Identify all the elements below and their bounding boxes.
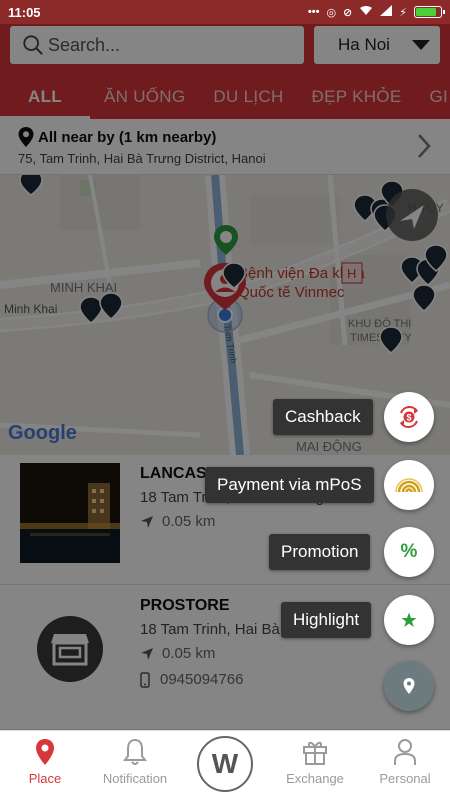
fab-label-highlight[interactable]: Highlight (281, 602, 372, 638)
bottom-nav: Place Notification W Exchange Personal (0, 730, 450, 800)
w-logo: W (211, 747, 239, 779)
fab-label-cashback[interactable]: Cashback (273, 399, 373, 435)
status-bar: 11:05 ••• ◎ ⊘ ⚡ (0, 0, 450, 24)
person-icon (394, 739, 416, 765)
signal-icon (380, 5, 393, 19)
nav-exchange[interactable]: Exchange (270, 731, 360, 800)
nav-personal[interactable]: Personal (360, 731, 450, 800)
location-pin-icon (403, 678, 415, 694)
cashback-icon: $ (400, 406, 418, 428)
status-icons: ••• ◎ ⊘ ⚡ (307, 5, 445, 19)
mpos-icon (395, 478, 423, 493)
nav-center[interactable]: W (180, 731, 270, 800)
svg-text:$: $ (407, 413, 412, 423)
fab-label-promotion[interactable]: Promotion (269, 534, 371, 570)
dim-overlay[interactable] (0, 24, 450, 730)
promotion-button[interactable]: % (384, 527, 434, 577)
w-logo-button[interactable]: W (197, 735, 253, 792)
place-pin-icon (36, 739, 54, 765)
status-time: 11:05 (8, 4, 41, 20)
nav-exchange-label: Exchange (286, 771, 344, 786)
highlight-button[interactable] (384, 595, 434, 645)
wifi-icon (359, 5, 373, 19)
nav-personal-label: Personal (379, 771, 431, 786)
percent-icon: % (400, 541, 418, 562)
bell-icon (123, 738, 147, 765)
alarm-off-icon: ⊘ (343, 6, 353, 19)
mpos-button[interactable] (384, 460, 434, 510)
nav-notification[interactable]: Notification (90, 731, 180, 800)
nav-place[interactable]: Place (0, 731, 90, 800)
fab-label-mpos[interactable]: Payment via mPoS (205, 467, 374, 503)
more-icon: ••• (307, 6, 320, 18)
nav-place-label: Place (28, 771, 62, 786)
star-icon (401, 612, 417, 627)
fab-main-button[interactable] (384, 661, 434, 711)
gift-icon (303, 741, 327, 765)
charging-icon: ⚡ (399, 6, 407, 19)
nav-notification-label: Notification (102, 771, 168, 786)
circle-icon: ◎ (326, 6, 337, 19)
cashback-button[interactable]: $ (384, 392, 434, 442)
battery-icon (414, 6, 445, 18)
